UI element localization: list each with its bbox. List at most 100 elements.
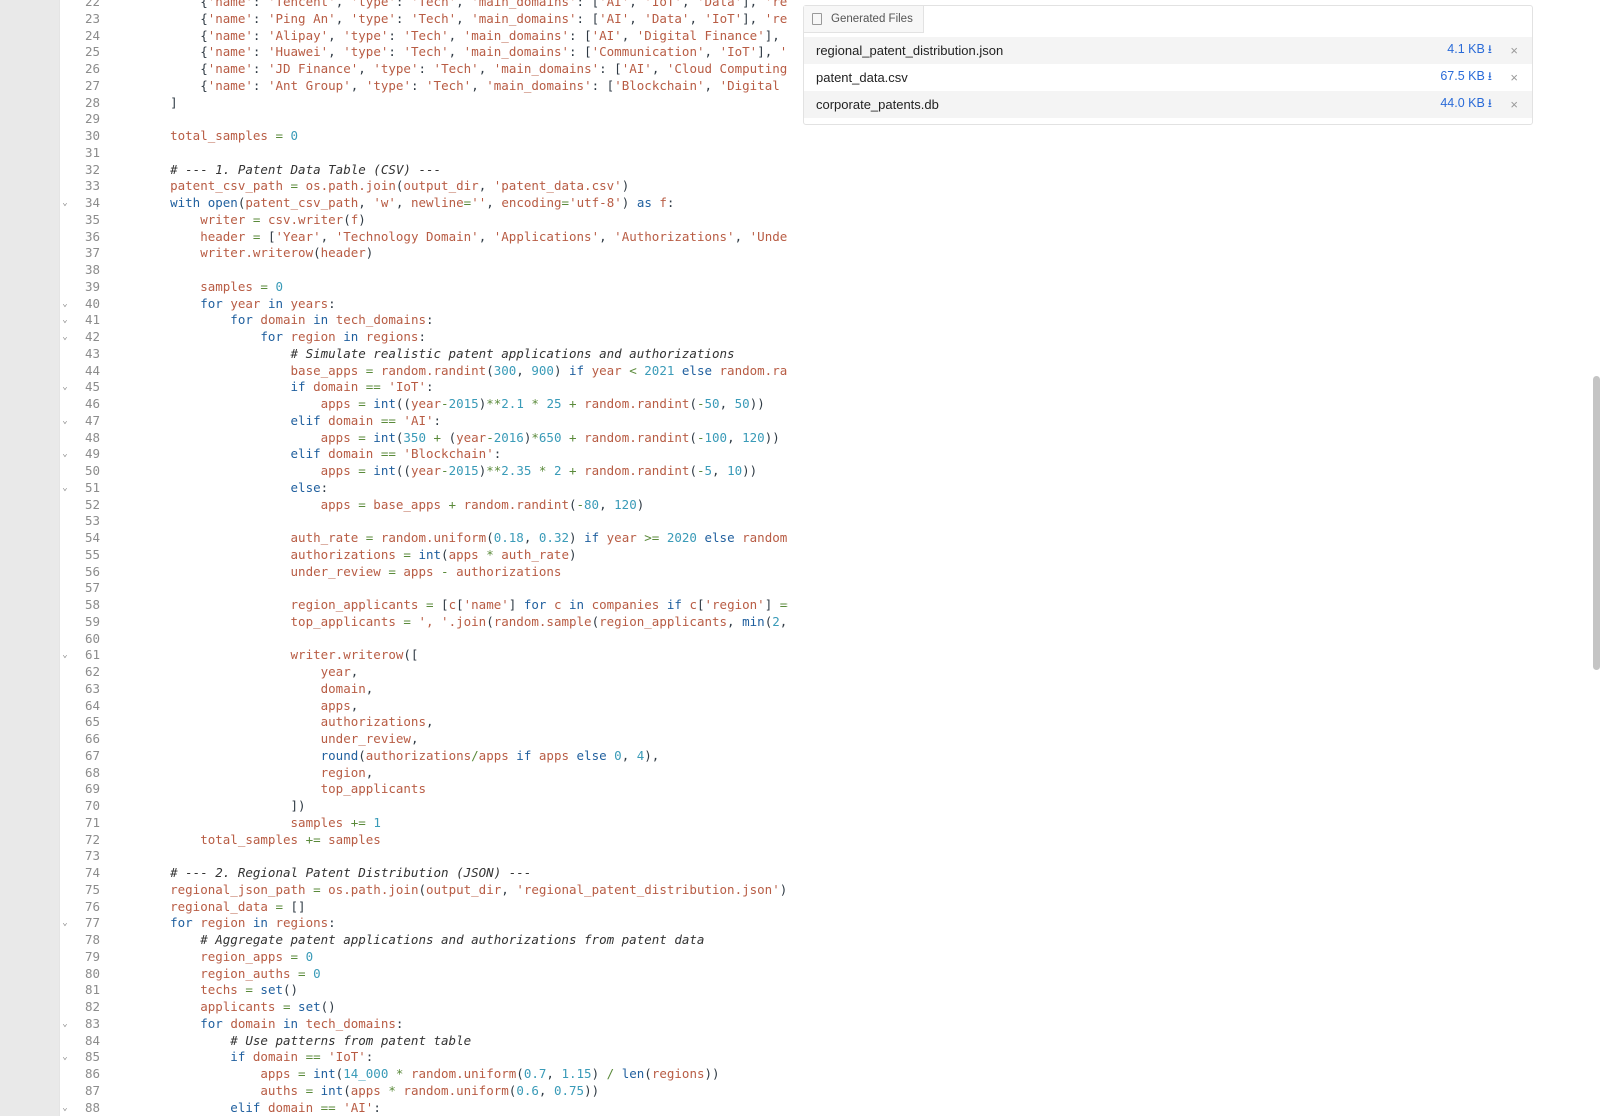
- line-number: 50: [84, 463, 100, 478]
- fold-chevron-icon[interactable]: ⌄: [60, 1100, 70, 1116]
- line-number: 55: [84, 546, 100, 562]
- fold-chevron-icon[interactable]: ⌄: [60, 195, 70, 212]
- code-token: 'Blockchain': [614, 77, 705, 93]
- fold-chevron-icon[interactable]: ⌄: [60, 480, 70, 497]
- code-token: 'name': [207, 44, 253, 60]
- file-name[interactable]: corporate_patents.db: [816, 97, 939, 112]
- code-token: domain: [267, 1099, 314, 1115]
- generated-files-tab[interactable]: Generated Files: [804, 6, 924, 33]
- fold-chevron-icon[interactable]: ⌄: [60, 379, 70, 396]
- code-token: in: [260, 295, 291, 311]
- code-token: ,: [651, 61, 667, 76]
- code-token: ): [636, 496, 645, 512]
- code-token: (: [343, 211, 351, 227]
- fold-chevron-icon[interactable]: ⌄: [60, 413, 70, 430]
- line-number: 35: [84, 211, 100, 227]
- code-token: :: [252, 10, 268, 26]
- code-token: : [: [569, 44, 592, 60]
- code-token: {: [140, 77, 208, 93]
- line-number: 46: [84, 396, 100, 411]
- code-token: *: [531, 463, 554, 478]
- code-token: 'Tech': [426, 77, 472, 93]
- code-token: companies: [591, 597, 660, 612]
- fold-chevron-icon[interactable]: ⌄: [60, 446, 70, 463]
- code-token: apps: [350, 1082, 381, 1098]
- code-token: (): [320, 999, 336, 1014]
- code-line: 39 samples = 0: [60, 279, 788, 296]
- code-token: -: [696, 463, 705, 478]
- code-token: ]: [764, 597, 780, 612]
- code-token: int: [313, 1066, 336, 1081]
- code-token: 0.6: [516, 1082, 539, 1098]
- code-line: 70 ]): [60, 798, 788, 815]
- code-line: 46 apps = int((year-2015)**2.1 * 25 + ra…: [60, 396, 788, 413]
- file-row[interactable]: patent_data.csv 67.5 KB ⭳ ×: [804, 64, 1532, 91]
- code-token: : [: [591, 77, 615, 93]
- code-token: top_applicants: [140, 781, 426, 797]
- code-token: 0: [275, 278, 283, 294]
- code-line: ⌄ 61 writer.writerow([: [60, 647, 788, 664]
- code-token: regions: [275, 915, 329, 931]
- code-token: total_samples: [140, 831, 299, 847]
- code-token: :: [252, 77, 268, 93]
- close-icon[interactable]: ×: [1510, 43, 1518, 58]
- line-number: 62: [84, 664, 100, 679]
- code-token: techs: [140, 982, 238, 998]
- code-token: apps: [140, 429, 351, 445]
- fold-chevron-icon[interactable]: ⌄: [60, 296, 70, 313]
- file-name[interactable]: regional_patent_distribution.json: [816, 43, 1003, 58]
- code-token: ]): [140, 798, 306, 813]
- code-token: ,: [523, 530, 539, 545]
- code-token: ==: [298, 1049, 329, 1065]
- code-token: year: [230, 295, 261, 311]
- fold-chevron-icon[interactable]: ⌄: [60, 1049, 70, 1066]
- line-number: 52: [84, 496, 100, 512]
- fold-chevron-icon[interactable]: ⌄: [60, 1016, 70, 1033]
- code-token: (): [283, 982, 299, 998]
- code-token: 'Year': [275, 228, 321, 244]
- fold-chevron-icon[interactable]: ⌄: [60, 329, 70, 346]
- file-download-link[interactable]: 67.5 KB ⭳: [1440, 67, 1492, 88]
- scrollbar-track[interactable]: [1593, 0, 1601, 1116]
- file-name[interactable]: patent_data.csv: [816, 70, 908, 85]
- code-token: ((: [395, 463, 411, 478]
- fold-chevron-icon[interactable]: ⌄: [60, 915, 70, 932]
- code-token: -: [576, 496, 585, 512]
- close-icon[interactable]: ×: [1510, 97, 1518, 112]
- code-token: ,: [320, 228, 336, 244]
- code-token: =: [245, 228, 268, 244]
- code-token: 'type': [343, 27, 389, 43]
- code-token: 100: [704, 429, 728, 445]
- code-line: 36 header = ['Year', 'Technology Domain'…: [60, 229, 788, 246]
- file-download-link[interactable]: 4.1 KB ⭳: [1447, 40, 1492, 61]
- download-icon[interactable]: ⭳: [1488, 96, 1492, 110]
- file-row[interactable]: regional_patent_distribution.json 4.1 KB…: [804, 37, 1532, 64]
- code-token: +: [561, 429, 585, 445]
- fold-chevron-icon[interactable]: ⌄: [60, 312, 70, 329]
- code-token: apps: [140, 396, 351, 411]
- code-token: # --- 1. Patent Data Table (CSV) ---: [140, 161, 442, 177]
- code-token: len: [621, 1066, 645, 1081]
- scrollbar-thumb[interactable]: [1593, 376, 1600, 670]
- code-token: ,: [350, 77, 366, 93]
- code-line: 63 domain,: [60, 681, 788, 698]
- code-token: year: [140, 664, 351, 679]
- code-token: (: [568, 496, 577, 512]
- fold-chevron-icon[interactable]: ⌄: [60, 647, 70, 664]
- download-icon[interactable]: ⭳: [1488, 42, 1492, 56]
- code-token: *: [531, 429, 539, 445]
- code-token: 'region': [764, 0, 788, 9]
- code-editor[interactable]: 22 {'name': 'Tencent', 'type': 'Tech', '…: [59, 0, 789, 1116]
- code-token: 'w': [373, 195, 396, 210]
- code-token: domain: [328, 446, 374, 462]
- download-icon[interactable]: ⭳: [1488, 69, 1492, 83]
- line-number: 78: [84, 932, 100, 947]
- file-download-link[interactable]: 44.0 KB ⭳: [1440, 94, 1492, 115]
- line-number: 32: [84, 161, 100, 177]
- code-token: 'Tech': [403, 27, 449, 43]
- file-row[interactable]: corporate_patents.db 44.0 KB ⭳ ×: [804, 91, 1532, 118]
- code-token: for: [140, 295, 231, 311]
- close-icon[interactable]: ×: [1510, 70, 1518, 85]
- code-token: total_samples: [140, 128, 268, 143]
- code-token: []: [290, 898, 306, 914]
